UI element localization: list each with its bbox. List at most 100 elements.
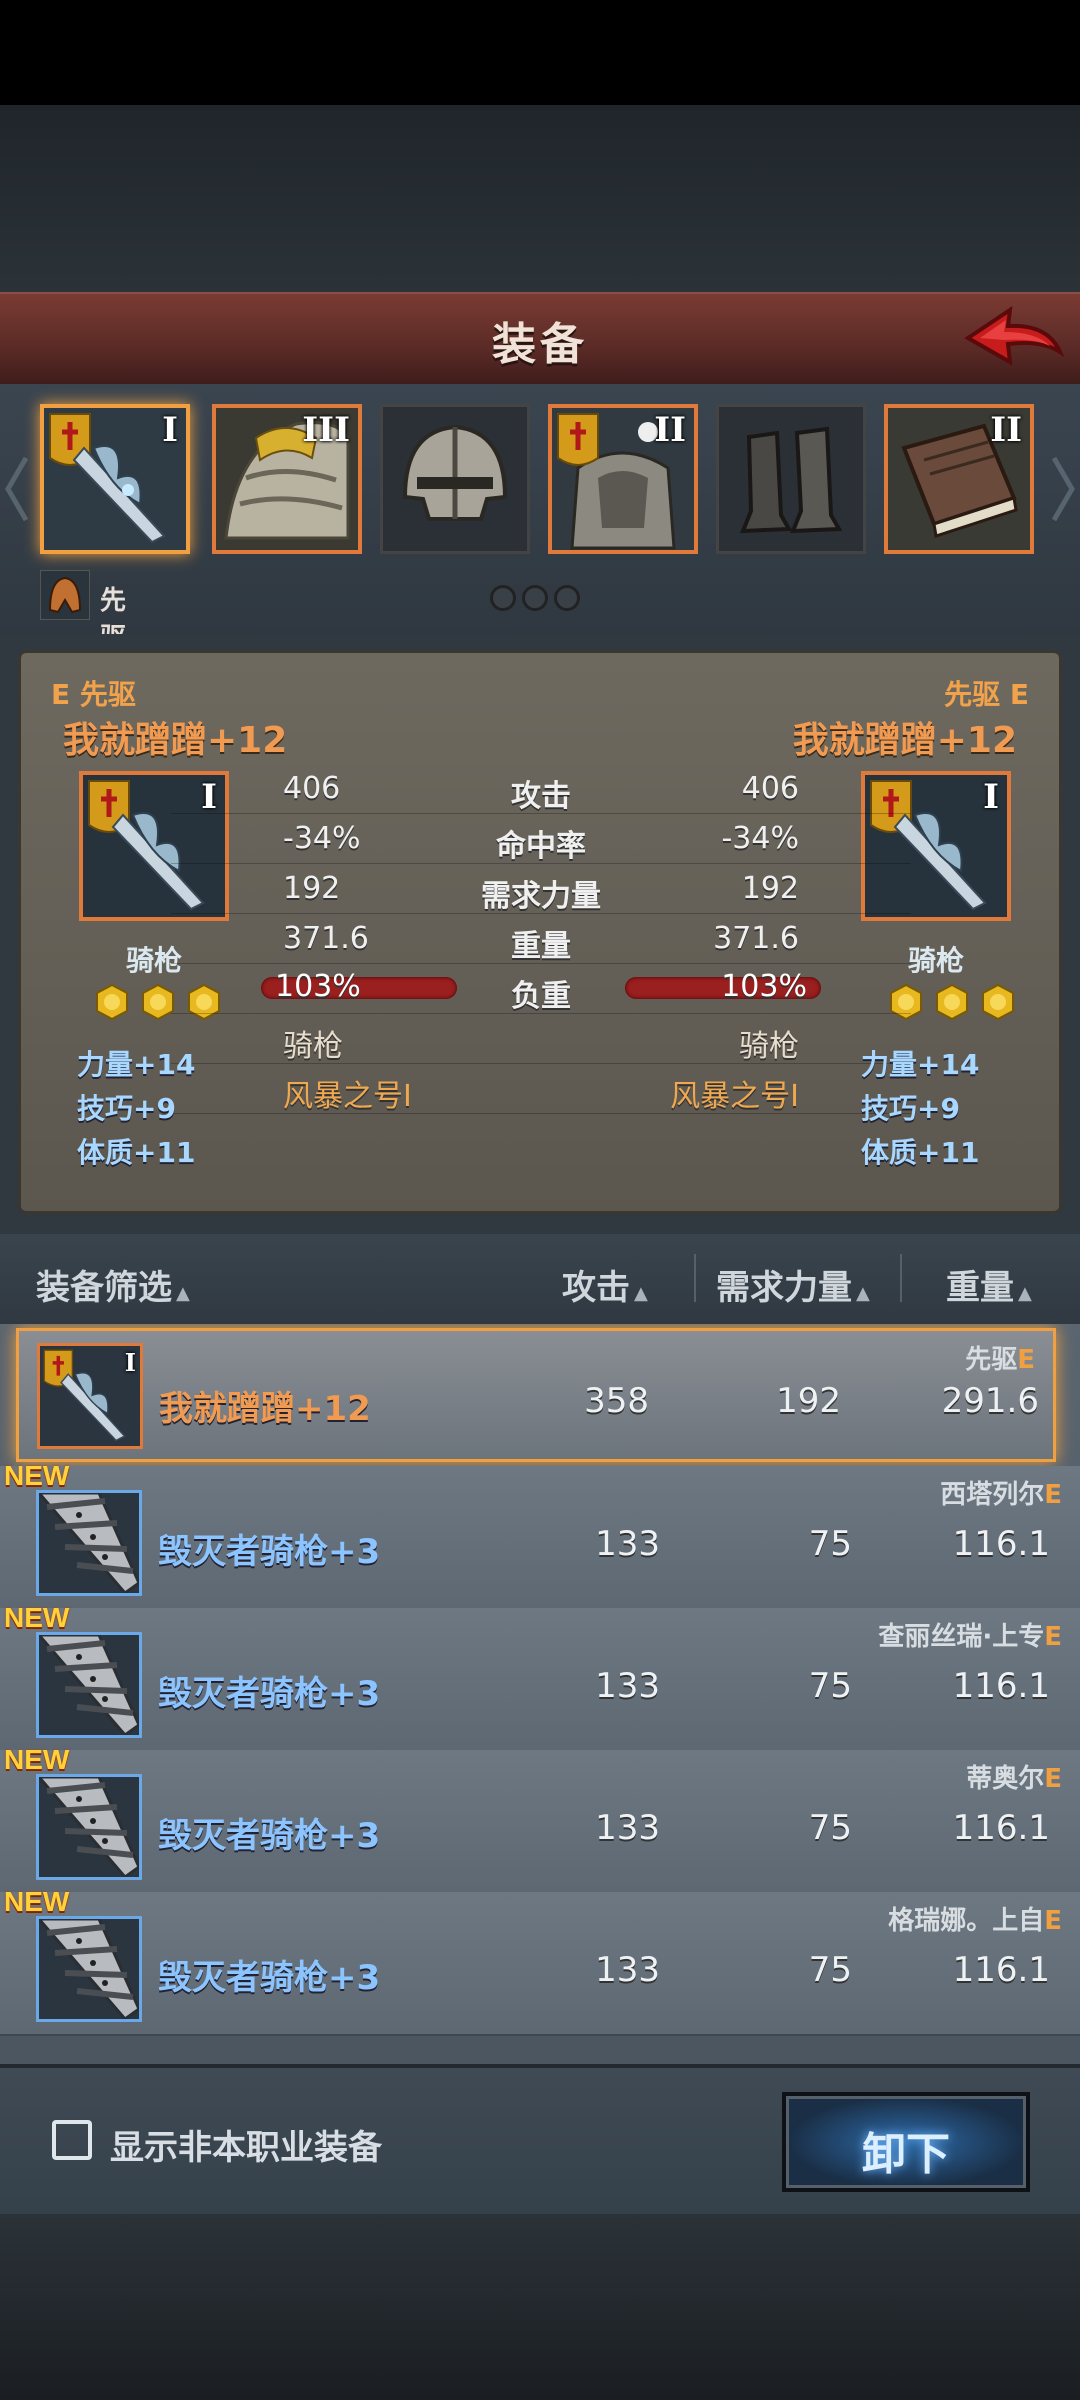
owner-grade: E <box>1044 1906 1062 1936</box>
item-attack: 133 <box>595 1666 660 1706</box>
new-badge: NEW <box>4 1460 70 1491</box>
right-bonus: 技巧+9 <box>861 1092 960 1125</box>
slot-armor[interactable]: II <box>548 404 698 554</box>
left-item-name: 我就蹭蹭+12 <box>63 720 288 761</box>
sort-filter[interactable]: 装备筛选 ▲ <box>36 1260 190 1309</box>
stat-row-load: 103% 负重 103% <box>171 963 911 1014</box>
slot-boots[interactable] <box>716 404 866 554</box>
item-icon <box>35 1632 142 1738</box>
label-str-req: 需求力量 <box>481 879 601 914</box>
right-str-req: 192 <box>741 871 799 906</box>
show-other-class-label[interactable]: 显示非本职业装备 <box>110 2120 382 2169</box>
owner-name: 蒂奥尔 <box>966 1764 1045 1794</box>
header-divider <box>694 1254 696 1302</box>
right-bonus: 体质+11 <box>861 1136 980 1169</box>
item-owner: 西塔列尔E <box>940 1474 1062 1511</box>
label-attack: 攻击 <box>511 779 571 814</box>
item-name: 毁灭者骑枪+3 <box>158 1532 381 1572</box>
header-bar: 装备 <box>0 292 1080 389</box>
scroll-right-arrow-icon[interactable] <box>1050 454 1076 524</box>
owner-grade: E <box>1017 1345 1035 1375</box>
vanguard-helmet-icon <box>40 570 90 620</box>
star-icon <box>936 983 968 1021</box>
background-bottom <box>0 2214 1080 2400</box>
sort-str-req[interactable]: 需求力量 ▲ <box>716 1260 870 1309</box>
item-icon: I <box>37 1343 143 1449</box>
left-bonus: 体质+11 <box>77 1136 196 1169</box>
helmet-icon <box>383 407 527 551</box>
unequip-label: 卸下 <box>862 2129 950 2180</box>
list-item[interactable]: 格瑞娜。上自E NEW 毁灭者骑枪+3 133 75 116.1 <box>0 1886 1080 2036</box>
boots-icon <box>719 407 863 551</box>
sort-weight-label: 重量 <box>946 1268 1014 1308</box>
show-other-class-checkbox[interactable] <box>52 2120 92 2160</box>
sort-attack[interactable]: 攻击 ▲ <box>562 1260 648 1309</box>
drill-lance-icon <box>35 1917 141 2022</box>
item-weight: 291.6 <box>941 1381 1039 1421</box>
item-name: 毁灭者骑枪+3 <box>158 1958 381 1998</box>
item-str-req: 75 <box>808 1524 852 1564</box>
sort-triangle-icon: ▲ <box>1018 1283 1032 1304</box>
list-item[interactable]: 查丽丝瑞·上专E NEW 毁灭者骑枪+3 133 75 116.1 <box>0 1602 1080 1752</box>
list-item[interactable]: 先驱E I 我就蹭蹭+12 358 192 291.6 <box>16 1328 1056 1462</box>
slot-book[interactable]: II <box>884 404 1034 554</box>
item-attack: 358 <box>584 1381 649 1421</box>
slot-tier: I <box>162 410 178 450</box>
right-item-name: 我就蹭蹭+12 <box>792 720 1017 761</box>
stat-row-attack: 406 攻击 406 <box>171 763 911 814</box>
unequip-button[interactable]: 卸下 <box>782 2092 1030 2192</box>
right-class-tag: 先驱 E <box>944 678 1029 711</box>
owner-name: 查丽丝瑞·上专 <box>878 1622 1045 1652</box>
right-bonus: 力量+14 <box>861 1048 980 1081</box>
right-subtype: 骑枪 <box>739 1029 799 1064</box>
item-weight: 116.1 <box>952 1808 1050 1848</box>
item-owner: 先驱E <box>965 1339 1035 1376</box>
item-name: 我就蹭蹭+12 <box>159 1389 371 1429</box>
slot-helmet[interactable] <box>380 404 530 554</box>
scroll-left-arrow-icon[interactable] <box>4 454 30 524</box>
slot-shield[interactable]: III <box>212 404 362 554</box>
stat-row-weight: 371.6 重量 371.6 <box>171 913 911 964</box>
star-icon <box>982 983 1014 1021</box>
stat-row-hit-rate: -34% 命中率 -34% <box>171 813 911 864</box>
sort-weight[interactable]: 重量 ▲ <box>946 1260 1032 1309</box>
item-owner: 查丽丝瑞·上专E <box>878 1616 1062 1653</box>
drill-lance-icon <box>35 1491 141 1596</box>
slot-tier: II <box>654 410 686 450</box>
item-icon <box>35 1916 142 2022</box>
list-item[interactable]: 蒂奥尔E NEW 毁灭者骑枪+3 133 75 116.1 <box>0 1744 1080 1894</box>
new-badge: NEW <box>4 1744 70 1775</box>
page-title: 装备 <box>492 319 588 370</box>
owner-grade: E <box>1044 1764 1062 1794</box>
drill-lance-icon <box>35 1775 141 1880</box>
slot-weapon[interactable]: I <box>40 404 190 554</box>
slot-tier: III <box>302 410 350 450</box>
item-str-req: 192 <box>776 1381 841 1421</box>
page-dot <box>490 585 516 611</box>
background-top <box>0 105 1080 295</box>
left-subtype: 骑枪 <box>283 1029 343 1064</box>
owner-name: 先驱 <box>965 1345 1018 1375</box>
drill-lance-icon <box>35 1633 141 1738</box>
new-badge: NEW <box>4 1886 70 1917</box>
back-arrow-icon[interactable] <box>958 300 1068 380</box>
stat-row-subtype: 骑枪 骑枪 <box>171 1013 911 1064</box>
item-icon <box>35 1490 142 1596</box>
stat-row-skill: 风暴之号I 风暴之号I <box>171 1063 911 1114</box>
item-name: 毁灭者骑枪+3 <box>158 1674 381 1714</box>
status-bar-area <box>0 0 1080 105</box>
item-weight: 116.1 <box>952 1524 1050 1564</box>
equipment-slots: I III II II 先 <box>0 384 1080 653</box>
sort-triangle-icon: ▲ <box>634 1283 648 1304</box>
item-weight: 116.1 <box>952 1950 1050 1990</box>
left-skill: 风暴之号I <box>283 1079 412 1114</box>
item-attack: 133 <box>595 1950 660 1990</box>
list-item[interactable]: 西塔列尔E NEW 毁灭者骑枪+3 133 75 116.1 <box>0 1460 1080 1610</box>
owner-grade: E <box>1044 1480 1062 1510</box>
item-attack: 133 <box>595 1808 660 1848</box>
header-divider <box>900 1254 902 1302</box>
right-hit-rate: -34% <box>721 821 799 856</box>
right-weight: 371.6 <box>713 921 799 956</box>
sort-triangle-icon: ▲ <box>176 1283 190 1304</box>
left-bonus: 技巧+9 <box>77 1092 176 1125</box>
